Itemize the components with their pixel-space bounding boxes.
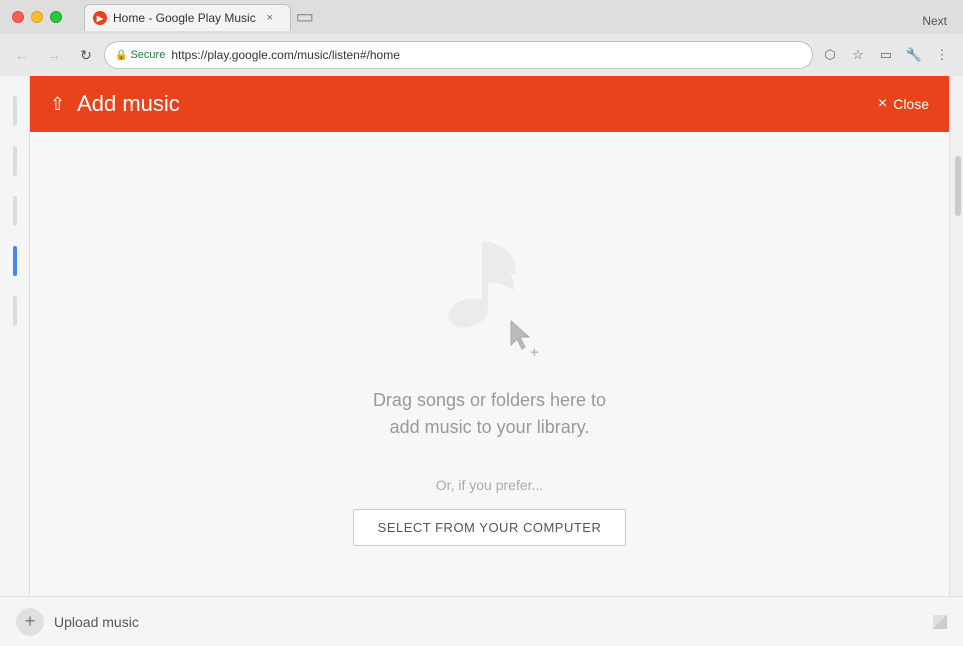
forward-icon: → <box>47 47 61 63</box>
tab-title: Home - Google Play Music <box>113 11 256 25</box>
select-from-computer-button[interactable]: SELECT FROM YOUR COMPUTER <box>353 509 627 546</box>
or-text: Or, if you prefer... <box>436 477 543 493</box>
main-content: ⇧ Add music × Close <box>0 76 963 644</box>
panel-title: Add music <box>77 91 180 117</box>
drag-text-line1: Drag songs or folders here to <box>373 390 606 410</box>
panel-header: ⇧ Add music × Close <box>30 76 949 132</box>
sidebar-item-2 <box>13 146 17 176</box>
plus-icon: + <box>530 344 538 360</box>
scrollbar-area <box>949 76 963 644</box>
window-minimize-button[interactable] <box>31 11 43 23</box>
window-controls <box>12 11 62 23</box>
drag-text: Drag songs or folders here to add music … <box>373 387 606 441</box>
sidebar-item-5 <box>13 296 17 326</box>
sidebar-item-1 <box>13 96 17 126</box>
refresh-icon: ↻ <box>80 47 92 64</box>
sidebar <box>0 76 30 644</box>
drop-zone[interactable]: + Drag songs or folders here to add musi… <box>30 132 949 644</box>
puzzle-icon: 🔧 <box>906 47 922 63</box>
window-maximize-button[interactable] <box>50 11 62 23</box>
add-music-panel: ⇧ Add music × Close <box>30 76 949 644</box>
drag-text-line2: add music to your library. <box>390 417 590 437</box>
window-close-button[interactable] <box>12 11 24 23</box>
close-panel-button[interactable]: × Close <box>878 95 929 113</box>
upload-icon: ⇧ <box>50 94 65 115</box>
browser-tab[interactable]: ▶ Home - Google Play Music × <box>84 4 291 31</box>
back-button[interactable]: ← <box>8 41 36 69</box>
address-bar-wrapper: 🔒 Secure <box>104 41 813 69</box>
bottom-bar: + Upload music <box>0 596 963 646</box>
secure-badge: 🔒 Secure <box>115 49 165 61</box>
extensions-button[interactable]: 🔧 <box>901 42 927 68</box>
tab-bar: ▶ Home - Google Play Music × ▭ <box>84 3 951 31</box>
upload-circle-button[interactable]: + <box>16 608 44 636</box>
resize-handle[interactable] <box>933 615 947 629</box>
music-icon-container: + <box>430 231 550 371</box>
refresh-button[interactable]: ↻ <box>72 41 100 69</box>
cast-icon: ⬡ <box>824 47 835 63</box>
upload-circle-icon: + <box>25 611 36 632</box>
sidebar-item-active <box>13 246 17 276</box>
tab-close-button[interactable]: × <box>262 10 278 26</box>
screencast-button[interactable]: ▭ <box>873 42 899 68</box>
nav-bar: ← → ↻ 🔒 Secure ⬡ ☆ ▭ 🔧 <box>0 34 963 76</box>
back-icon: ← <box>15 47 29 63</box>
screencast-icon: ▭ <box>880 47 892 63</box>
bookmark-button[interactable]: ☆ <box>845 42 871 68</box>
scrollbar-thumb[interactable] <box>955 156 961 216</box>
close-x-icon: × <box>878 95 887 113</box>
secure-label: Secure <box>130 49 165 61</box>
more-icon: ⋮ <box>936 47 949 63</box>
menu-button[interactable]: ⋮ <box>929 42 955 68</box>
sidebar-item-3 <box>13 196 17 226</box>
forward-button[interactable]: → <box>40 41 68 69</box>
close-label: Close <box>893 96 929 112</box>
new-tab-button[interactable]: ▭ <box>291 3 319 31</box>
panel-header-left: ⇧ Add music <box>50 91 180 117</box>
cursor-overlay: + <box>507 319 535 356</box>
cast-icon-button[interactable]: ⬡ <box>817 42 843 68</box>
bookmark-icon: ☆ <box>852 47 864 63</box>
upload-music-label: Upload music <box>54 614 139 630</box>
lock-icon: 🔒 <box>115 50 127 61</box>
next-label: Next <box>922 14 947 28</box>
tab-favicon: ▶ <box>93 11 107 25</box>
address-input[interactable] <box>171 48 802 62</box>
nav-right-icons: ⬡ ☆ ▭ 🔧 ⋮ <box>817 42 955 68</box>
